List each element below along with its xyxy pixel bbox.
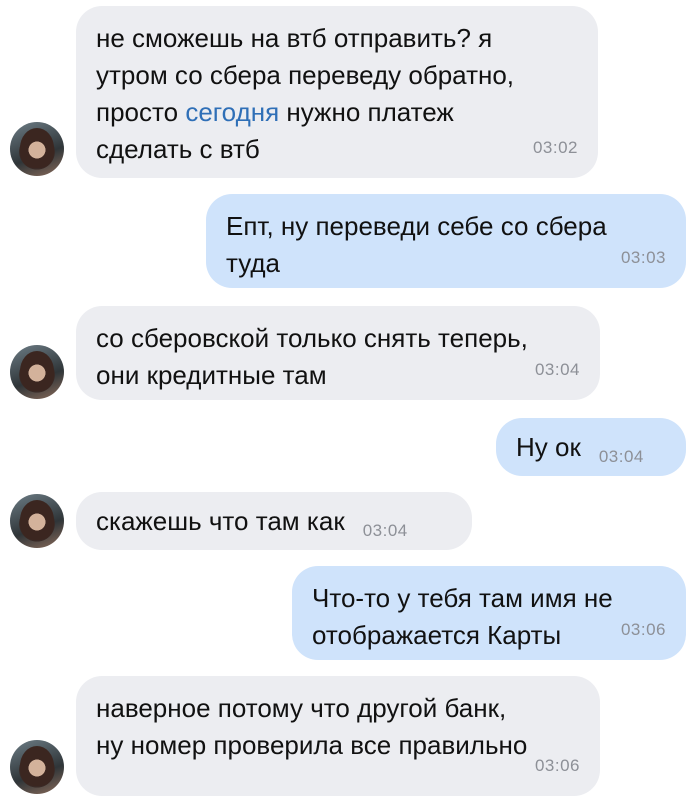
message-timestamp: 03:06 (534, 756, 580, 775)
message-bubble-incoming[interactable]: наверное потому что другой банк, ну номе… (76, 676, 600, 796)
message-text: скажешь что там как (96, 506, 345, 536)
message-text: Ну ок (516, 432, 581, 462)
message-timestamp: 03:04 (534, 360, 580, 379)
contact-avatar[interactable] (10, 494, 64, 548)
message-bubble-incoming[interactable]: скажешь что там как 03:04 (76, 492, 472, 550)
message-text: наверное потому что другой банк, ну номе… (96, 693, 528, 760)
message-text: Епт, ну переведи себе со сбера туда (226, 211, 607, 278)
message-bubble-outgoing[interactable]: Ну ок 03:04 (496, 418, 686, 476)
message-timestamp: 03:02 (532, 138, 578, 157)
contact-avatar[interactable] (10, 345, 64, 399)
message-bubble-outgoing[interactable]: Что-то у тебя там имя не отображается Ка… (292, 566, 686, 660)
message-timestamp: 03:04 (362, 521, 408, 540)
message-text: со сберовской только снять теперь, они к… (96, 323, 528, 390)
contact-avatar[interactable] (10, 122, 64, 176)
message-timestamp: 03:03 (620, 248, 666, 267)
message-text: не сможешь на втб отправить? я утром со … (96, 23, 515, 164)
message-link[interactable]: сегодня (185, 97, 279, 127)
message-text: Что-то у тебя там имя не отображается Ка… (312, 583, 613, 650)
message-timestamp: 03:06 (620, 620, 666, 639)
message-bubble-incoming[interactable]: не сможешь на втб отправить? я утром со … (76, 6, 598, 178)
message-timestamp: 03:04 (598, 447, 644, 466)
message-bubble-outgoing[interactable]: Епт, ну переведи себе со сбера туда 03:0… (206, 194, 686, 288)
message-bubble-incoming[interactable]: со сберовской только снять теперь, они к… (76, 306, 600, 400)
contact-avatar[interactable] (10, 740, 64, 794)
